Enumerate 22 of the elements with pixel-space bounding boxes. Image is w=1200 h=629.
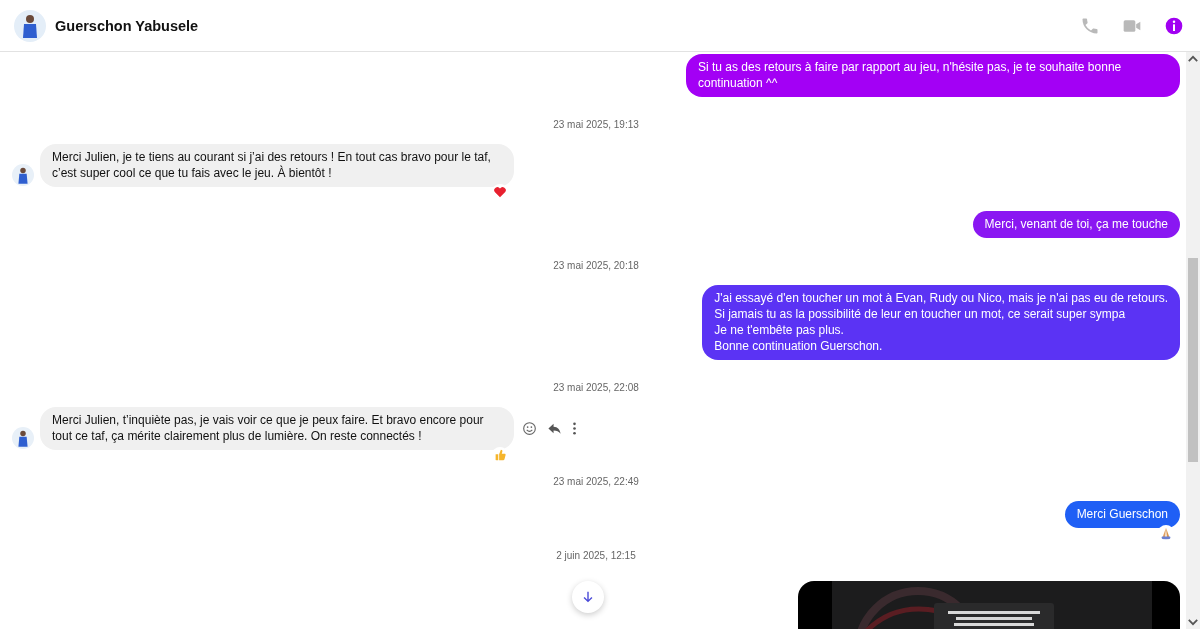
message-timestamp: 23 mai 2025, 19:13	[552, 119, 640, 130]
smiley-icon[interactable]	[522, 421, 537, 436]
message-timestamp: 23 mai 2025, 22:49	[552, 476, 640, 487]
avatar-icon	[12, 427, 34, 449]
received-message: Merci Julien, t’inquiète pas, je vais voir ce que je peux faire. Et bravo encore pour tout ce taf, ça mérite clairement plus de lumière. On reste connectés !	[40, 407, 514, 450]
message-timestamp: 2 juin 2025, 12:15	[555, 550, 637, 561]
message-timestamp: 23 mai 2025, 22:08	[552, 382, 640, 393]
received-message: Merci Julien, je te tiens au courant si j’ai des retours ! En tout cas bravo pour le taf, c’est super cool ce que tu fais avec le jeu. À bientôt !	[40, 144, 514, 187]
info-icon[interactable]	[1164, 15, 1184, 36]
avatar-icon	[12, 164, 34, 186]
scrollbar[interactable]	[1186, 52, 1200, 629]
sent-message: J'ai essayé d'en toucher un mot à Evan, Rudy ou Nico, mais je n'ai pas eu de retours. Si jamais tu as la possibilité de leur en toucher un mot, ce serait super sympa Je ne t'embête pas plus. Bonne continuation Guerschon.	[702, 285, 1180, 360]
sent-message: Merci, venant de toi, ça me touche	[972, 211, 1180, 238]
arrow-down-icon	[581, 590, 595, 604]
message-timestamp: 23 mai 2025, 20:18	[552, 260, 640, 271]
sent-message: Si tu as des retours à faire par rapport au jeu, n'hésite pas, je te souhaite bonne continuation ^^	[686, 54, 1180, 97]
reply-icon[interactable]	[547, 421, 562, 436]
contact-name: Guerschon Yabusele	[55, 17, 199, 34]
avatar-icon	[14, 9, 46, 42]
sent-message: Merci Guerschon	[1064, 501, 1180, 528]
scroll-down-button[interactable]	[572, 581, 604, 613]
more-options-icon[interactable]	[572, 421, 577, 436]
